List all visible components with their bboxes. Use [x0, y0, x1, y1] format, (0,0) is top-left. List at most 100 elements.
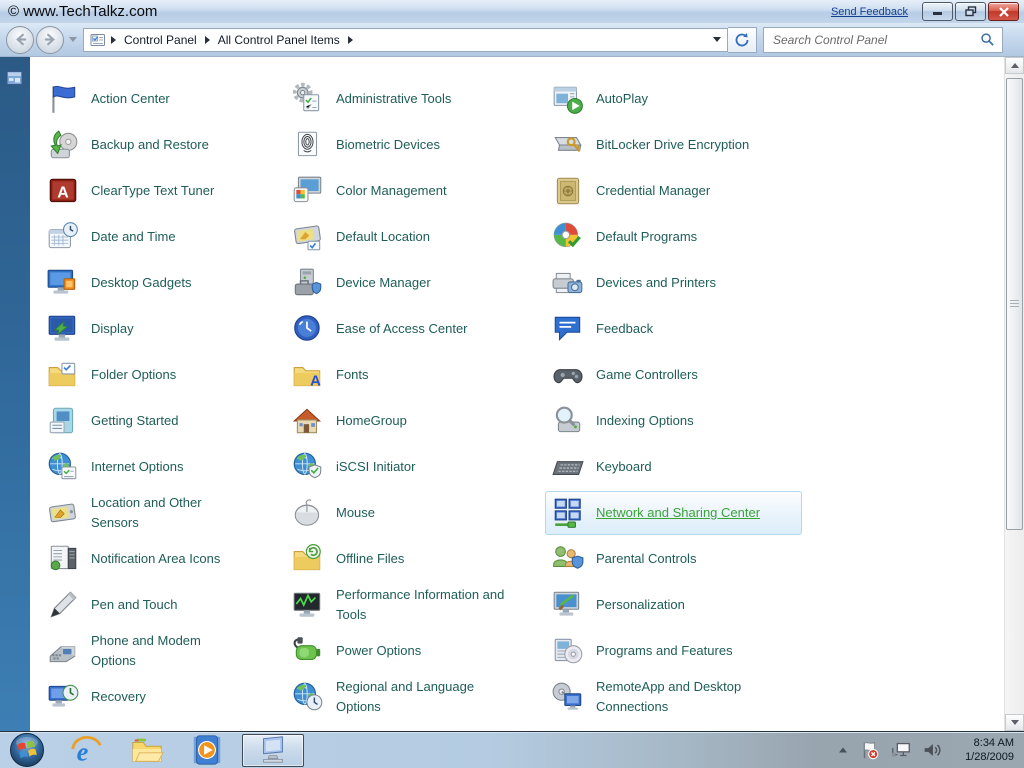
- scroll-down-button[interactable]: [1005, 714, 1024, 731]
- show-hidden-icons-button[interactable]: [836, 743, 850, 757]
- item-label[interactable]: Phone and Modem Options: [91, 631, 211, 671]
- control-panel-item-administrative-tools[interactable]: Administrative Tools: [291, 76, 551, 122]
- breadcrumb-arrow-icon[interactable]: [111, 35, 116, 44]
- item-label[interactable]: Desktop Gadgets: [91, 273, 191, 293]
- control-panel-item-folder-options[interactable]: Folder Options: [46, 352, 291, 398]
- control-panel-item-indexing-options[interactable]: Indexing Options: [551, 398, 813, 444]
- control-panel-item-date-and-time[interactable]: Date and Time: [46, 214, 291, 260]
- network-tray-icon[interactable]: [890, 739, 912, 761]
- item-label[interactable]: Indexing Options: [596, 411, 694, 431]
- item-label[interactable]: Biometric Devices: [336, 135, 440, 155]
- control-panel-item-location-and-other-sensors[interactable]: Location and Other Sensors: [46, 490, 291, 536]
- taskbar-clock[interactable]: 8:34 AM 1/28/2009: [952, 736, 1014, 764]
- item-label[interactable]: Date and Time: [91, 227, 176, 247]
- item-label[interactable]: Game Controllers: [596, 365, 698, 385]
- control-panel-item-ease-of-access-center[interactable]: Ease of Access Center: [291, 306, 551, 352]
- active-window-taskbar-button[interactable]: [242, 733, 304, 767]
- control-panel-item-mouse[interactable]: Mouse: [291, 490, 551, 536]
- item-label[interactable]: Personalization: [596, 595, 685, 615]
- minimize-button[interactable]: [922, 2, 953, 21]
- item-label[interactable]: Offline Files: [336, 549, 404, 569]
- control-panel-item-parental-controls[interactable]: Parental Controls: [551, 536, 813, 582]
- control-panel-item-device-manager[interactable]: Device Manager: [291, 260, 551, 306]
- item-label[interactable]: Network and Sharing Center: [596, 503, 760, 523]
- breadcrumb-arrow-icon[interactable]: [204, 35, 210, 44]
- control-panel-item-notification-area-icons[interactable]: Notification Area Icons: [46, 536, 291, 582]
- item-label[interactable]: Keyboard: [596, 457, 652, 477]
- scrollbar-thumb[interactable]: [1006, 78, 1023, 530]
- control-panel-item-game-controllers[interactable]: Game Controllers: [551, 352, 813, 398]
- item-label[interactable]: Display: [91, 319, 134, 339]
- item-label[interactable]: HomeGroup: [336, 411, 407, 431]
- control-panel-item-offline-files[interactable]: Offline Files: [291, 536, 551, 582]
- item-label[interactable]: Feedback: [596, 319, 653, 339]
- item-label[interactable]: Notification Area Icons: [91, 549, 220, 569]
- item-label[interactable]: Color Management: [336, 181, 447, 201]
- item-label[interactable]: Mouse: [336, 503, 375, 523]
- control-panel-item-personalization[interactable]: Personalization: [551, 582, 813, 628]
- volume-tray-icon[interactable]: [921, 739, 943, 761]
- control-panel-item-color-management[interactable]: Color Management: [291, 168, 551, 214]
- item-label[interactable]: Credential Manager: [596, 181, 710, 201]
- item-label[interactable]: Backup and Restore: [91, 135, 209, 155]
- refresh-button[interactable]: [728, 26, 757, 53]
- breadcrumb-all-control-panel-items[interactable]: All Control Panel Items: [212, 33, 346, 47]
- item-label[interactable]: BitLocker Drive Encryption: [596, 135, 749, 155]
- item-label[interactable]: Pen and Touch: [91, 595, 178, 615]
- control-panel-item-phone-and-modem-options[interactable]: Phone and Modem Options: [46, 628, 291, 674]
- item-label[interactable]: Administrative Tools: [336, 89, 451, 109]
- item-label[interactable]: iSCSI Initiator: [336, 457, 415, 477]
- control-panel-item-programs-and-features[interactable]: Programs and Features: [551, 628, 813, 674]
- forward-button[interactable]: [36, 25, 64, 54]
- control-panel-item-display[interactable]: Display: [46, 306, 291, 352]
- item-label[interactable]: Recovery: [91, 687, 146, 707]
- control-panel-item-network-and-sharing-center[interactable]: Network and Sharing Center: [545, 491, 802, 535]
- address-bar[interactable]: Control Panel All Control Panel Items: [83, 27, 728, 52]
- control-panel-item-getting-started[interactable]: Getting Started: [46, 398, 291, 444]
- scroll-up-button[interactable]: [1005, 57, 1024, 74]
- item-label[interactable]: Fonts: [336, 365, 369, 385]
- breadcrumb-arrow-icon[interactable]: [347, 35, 353, 44]
- item-label[interactable]: ClearType Text Tuner: [91, 181, 214, 201]
- breadcrumb-control-panel[interactable]: Control Panel: [118, 33, 203, 47]
- control-panel-item-power-options[interactable]: Power Options: [291, 628, 551, 674]
- control-panel-item-internet-options[interactable]: Internet Options: [46, 444, 291, 490]
- control-panel-item-performance-information-and-tools[interactable]: Performance Information and Tools: [291, 582, 551, 628]
- item-label[interactable]: Default Location: [336, 227, 430, 247]
- item-label[interactable]: Getting Started: [91, 411, 178, 431]
- vertical-scrollbar[interactable]: [1004, 57, 1024, 731]
- search-input[interactable]: [771, 31, 976, 48]
- item-label[interactable]: Device Manager: [336, 273, 431, 293]
- control-panel-item-fonts[interactable]: A Fonts: [291, 352, 551, 398]
- control-panel-item-recovery[interactable]: Recovery: [46, 674, 291, 720]
- item-label[interactable]: AutoPlay: [596, 89, 648, 109]
- restore-button[interactable]: [955, 2, 986, 21]
- start-button[interactable]: [9, 732, 45, 768]
- media-player-taskbar-icon[interactable]: [190, 733, 224, 767]
- search-box[interactable]: [763, 26, 1003, 53]
- control-panel-item-remoteapp-and-desktop-connections[interactable]: RemoteApp and Desktop Connections: [551, 674, 813, 720]
- control-panel-item-devices-and-printers[interactable]: Devices and Printers: [551, 260, 813, 306]
- send-feedback-link[interactable]: Send Feedback: [831, 6, 908, 18]
- control-panel-item-bitlocker-drive-encryption[interactable]: BitLocker Drive Encryption: [551, 122, 813, 168]
- item-label[interactable]: Action Center: [91, 89, 170, 109]
- control-panel-item-keyboard[interactable]: Keyboard: [551, 444, 813, 490]
- control-panel-item-autoplay[interactable]: AutoPlay: [551, 76, 813, 122]
- recent-pages-dropdown[interactable]: [69, 37, 77, 42]
- item-label[interactable]: Power Options: [336, 641, 421, 661]
- item-label[interactable]: Programs and Features: [596, 641, 733, 661]
- desktop-shortcut-icon[interactable]: [6, 70, 23, 91]
- control-panel-item-homegroup[interactable]: HomeGroup: [291, 398, 551, 444]
- action-center-tray-icon[interactable]: [859, 739, 881, 761]
- control-panel-item-action-center[interactable]: Action Center: [46, 76, 291, 122]
- item-label[interactable]: Default Programs: [596, 227, 697, 247]
- control-panel-item-biometric-devices[interactable]: Biometric Devices: [291, 122, 551, 168]
- control-panel-item-cleartype-text-tuner[interactable]: A ClearType Text Tuner: [46, 168, 291, 214]
- control-panel-item-credential-manager[interactable]: Credential Manager: [551, 168, 813, 214]
- control-panel-item-regional-and-language-options[interactable]: Regional and Language Options: [291, 674, 551, 720]
- item-label[interactable]: RemoteApp and Desktop Connections: [596, 677, 766, 717]
- close-button[interactable]: [988, 2, 1019, 21]
- item-label[interactable]: Parental Controls: [596, 549, 696, 569]
- back-button[interactable]: [6, 25, 34, 54]
- control-panel-item-iscsi-initiator[interactable]: iSCSI Initiator: [291, 444, 551, 490]
